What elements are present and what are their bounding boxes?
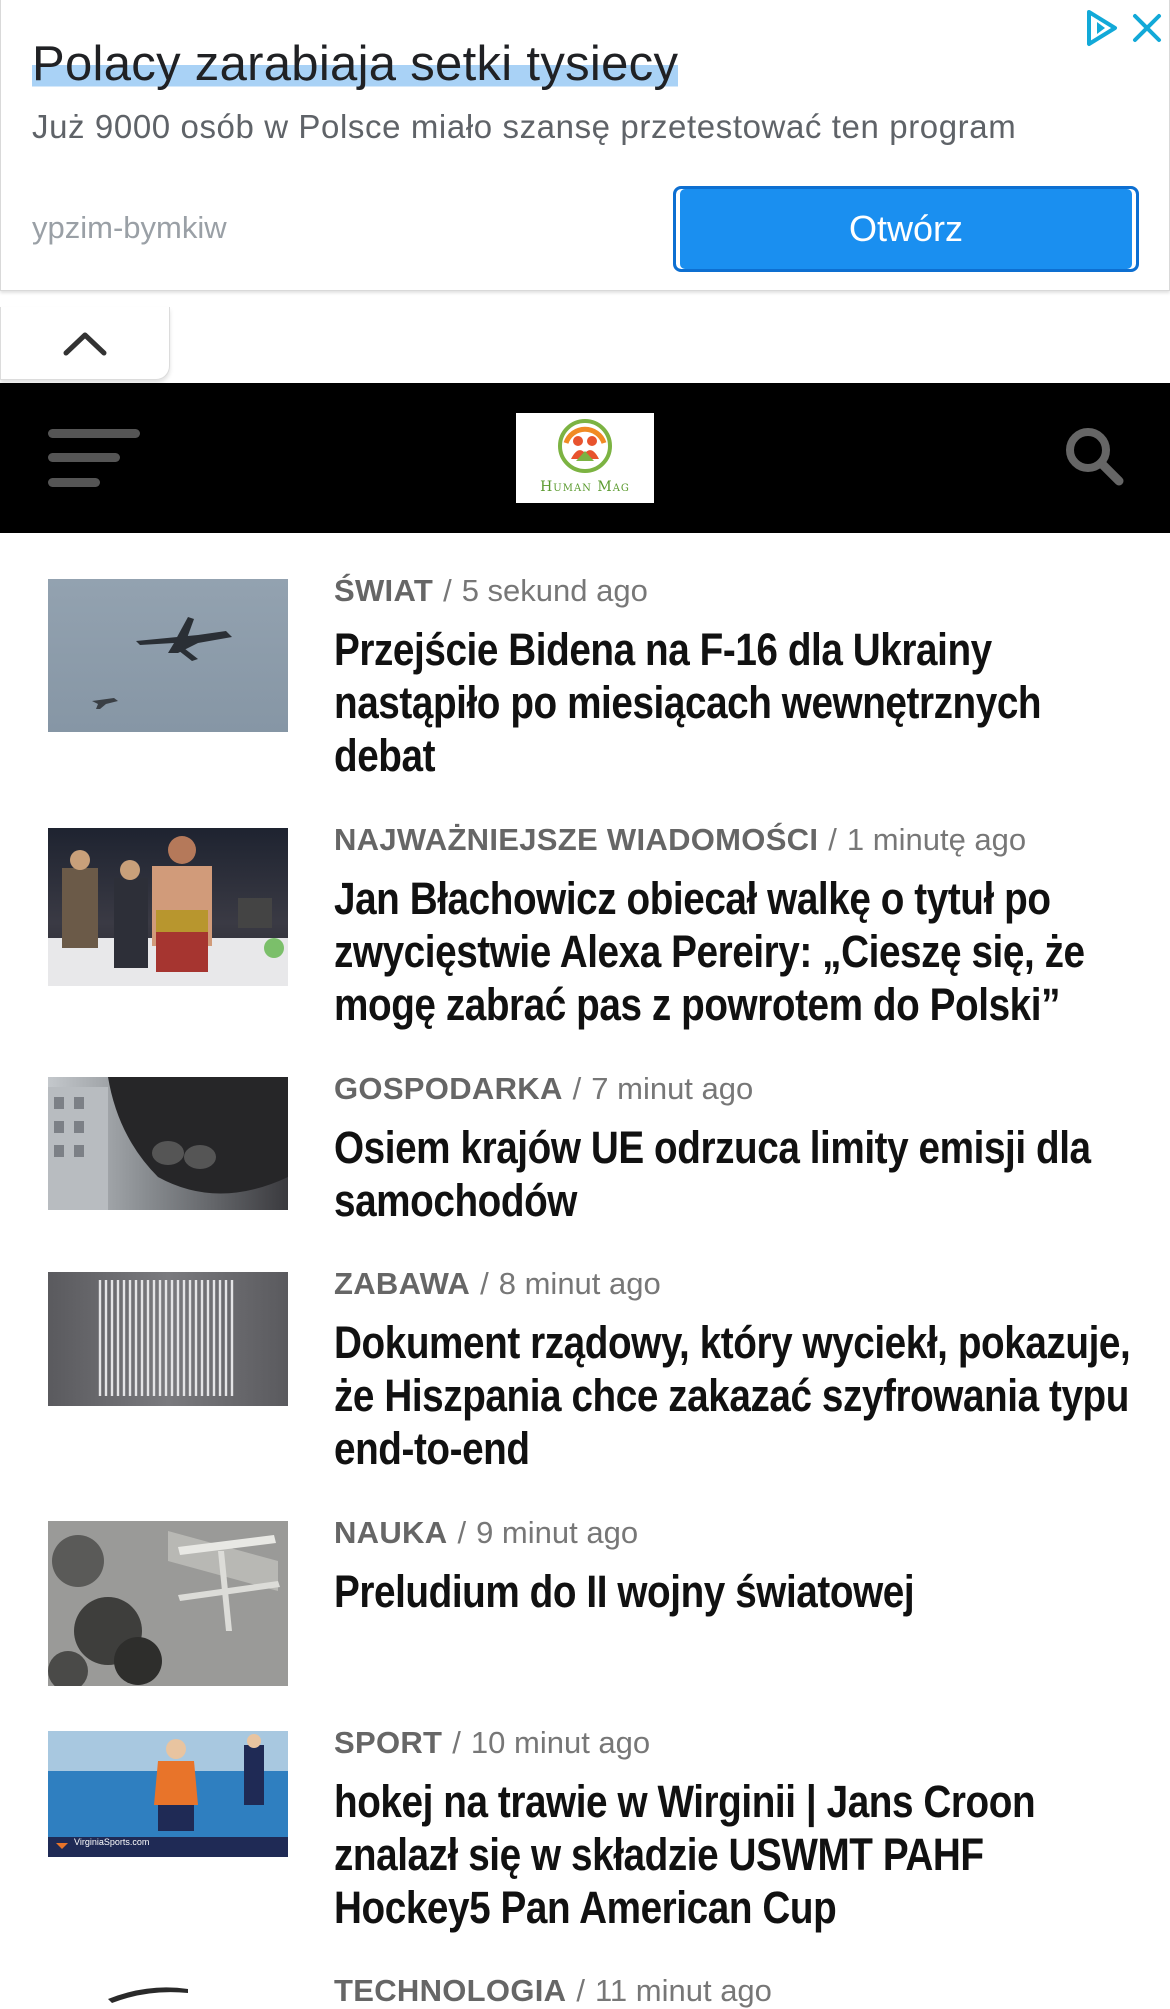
ad-domain[interactable]: ypzim-bymkiw <box>32 210 227 246</box>
article-image <box>108 1987 188 2003</box>
article-thumbnail[interactable] <box>48 579 288 732</box>
ad-choices-icon[interactable] <box>1081 8 1121 48</box>
article-thumbnail[interactable] <box>48 828 288 986</box>
meta-separator: / <box>457 1515 467 1550</box>
article-title[interactable]: Jan Błachowicz obiecał walkę o tytuł po … <box>334 872 1134 1031</box>
article-category[interactable]: TECHNOLOGIA <box>334 1973 566 2008</box>
bomber-aerial-image <box>48 1521 288 1686</box>
meta-separator: / <box>572 1071 582 1106</box>
article-thumbnail[interactable]: VirginiaSports.com <box>48 1731 288 1857</box>
article-category[interactable]: ZABAWA <box>334 1266 470 1301</box>
article-time: 7 minut ago <box>591 1071 754 1106</box>
article-meta: TECHNOLOGIA / 11 minut ago <box>334 1973 772 2009</box>
article-category[interactable]: NAJWAŻNIEJSZE WIADOMOŚCI <box>334 822 818 857</box>
meta-separator: / <box>480 1266 489 1301</box>
cables-image <box>98 1280 234 1396</box>
logo-emblem-icon <box>558 419 612 473</box>
ad-title-text[interactable]: Polacy zarabiaja setki tysiecy <box>32 37 679 91</box>
ad-close-icon[interactable] <box>1129 8 1165 48</box>
article-title[interactable]: Przejście Bidena na F-16 dla Ukrainy nas… <box>334 623 1134 782</box>
exhaust-pipe-image <box>48 1077 288 1210</box>
article-category[interactable]: SPORT <box>334 1725 442 1760</box>
meta-separator: / <box>443 573 452 608</box>
article-thumbnail[interactable] <box>48 1979 288 2009</box>
chevron-up-icon <box>63 332 107 356</box>
site-header: Human Mag <box>0 383 1170 533</box>
article-category[interactable]: ŚWIAT <box>334 573 433 608</box>
article-time: 9 minut ago <box>476 1515 639 1550</box>
search-icon[interactable] <box>1063 425 1125 487</box>
article-time: 8 minut ago <box>498 1266 661 1301</box>
ad-collapse-toggle[interactable] <box>0 307 170 380</box>
meta-separator: / <box>828 822 837 857</box>
article-meta: NAUKA / 9 minut ago <box>334 1515 638 1551</box>
article-meta: NAJWAŻNIEJSZE WIADOMOŚCI / 1 minutę ago <box>334 822 1026 858</box>
article-thumbnail[interactable] <box>48 1521 288 1686</box>
article-meta: ŚWIAT / 5 sekund ago <box>334 573 648 609</box>
ad-open-button[interactable]: Otwórz <box>673 186 1139 272</box>
site-logo[interactable]: Human Mag <box>516 413 654 503</box>
article-time: 11 minut ago <box>594 1973 772 2008</box>
article-meta: ZABAWA / 8 minut ago <box>334 1266 661 1302</box>
article-time: 5 sekund ago <box>461 573 648 608</box>
meta-separator: / <box>576 1973 585 2008</box>
ad-banner[interactable]: Polacy zarabiaja setki tysiecy Już 9000 … <box>0 0 1170 291</box>
thumbnail-caption: VirginiaSports.com <box>74 1837 150 1847</box>
meta-separator: / <box>452 1725 461 1760</box>
fighter-jet-image <box>92 617 232 709</box>
article-category[interactable]: NAUKA <box>334 1515 447 1550</box>
article-thumbnail[interactable] <box>48 1272 288 1406</box>
article-title[interactable]: Osiem krajów UE odrzuca limity emisji dl… <box>334 1121 1134 1227</box>
ad-title[interactable]: Polacy zarabiaja setki tysiecy <box>32 36 679 92</box>
fighter-belt-image <box>48 836 288 986</box>
article-meta: GOSPODARKA / 7 minut ago <box>334 1071 753 1107</box>
article-meta: SPORT / 10 minut ago <box>334 1725 650 1761</box>
article-title[interactable]: Preludium do II wojny światowej <box>334 1565 1134 1618</box>
article-title[interactable]: Dokument rządowy, który wyciekł, pokazuj… <box>334 1316 1134 1475</box>
article-title[interactable]: hokej na trawie w Wirginii | Jans Croon … <box>334 1775 1134 1934</box>
article-time: 1 minutę ago <box>846 822 1027 857</box>
article-category[interactable]: GOSPODARKA <box>334 1071 563 1106</box>
article-thumbnail[interactable] <box>48 1077 288 1210</box>
logo-text: Human Mag <box>540 479 630 495</box>
ad-description[interactable]: Już 9000 osób w Polsce miało szansę prze… <box>32 108 1016 146</box>
hamburger-menu-icon[interactable] <box>48 425 140 491</box>
article-time: 10 minut ago <box>470 1725 651 1760</box>
